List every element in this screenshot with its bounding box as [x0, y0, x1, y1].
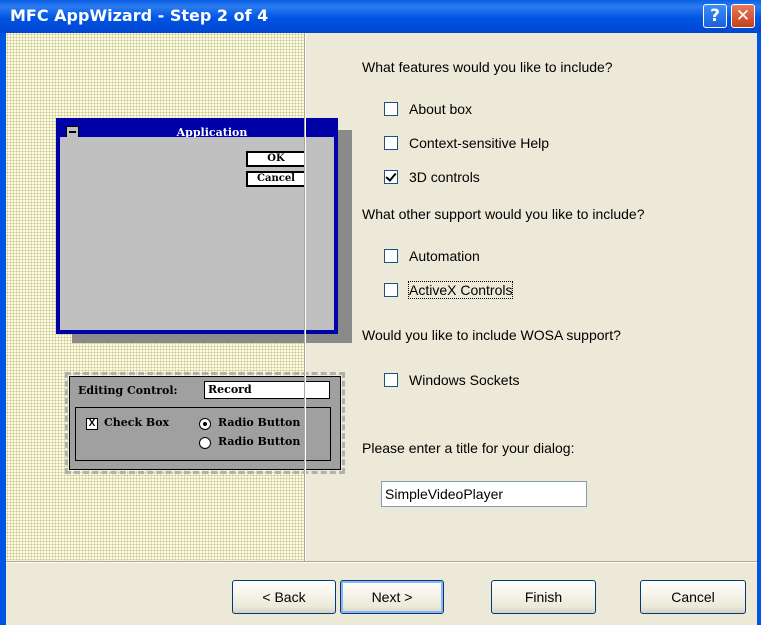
horizontal-separator — [6, 561, 757, 563]
dialog-title-input[interactable] — [381, 481, 587, 507]
vertical-separator — [304, 33, 306, 561]
window-frame-right — [757, 33, 761, 625]
back-button[interactable]: < Back — [232, 580, 336, 614]
preview-radio-unselected — [199, 437, 211, 449]
preview-app-titlebar: Application — [60, 122, 334, 139]
features-question: What features would you like to include? — [362, 59, 613, 75]
preview-panel: Application OK Cancel Editing Control: R… — [6, 33, 352, 561]
3d-controls-checkbox[interactable] — [384, 170, 398, 184]
title-bar[interactable]: MFC AppWizard - Step 2 of 4 ? ✕ — [0, 0, 761, 33]
help-icon: ? — [710, 6, 720, 26]
close-icon: ✕ — [735, 6, 751, 26]
context-help-label[interactable]: Context-sensitive Help — [409, 135, 549, 151]
windows-sockets-checkbox[interactable] — [384, 373, 398, 387]
finish-button[interactable]: Finish — [491, 580, 596, 614]
about-box-checkbox[interactable] — [384, 102, 398, 116]
preview-radio-label-1: Radio Button — [218, 416, 301, 429]
preview-group-box: X Check Box Radio Button Radio Button — [75, 407, 331, 461]
window-title: MFC AppWizard - Step 2 of 4 — [10, 6, 269, 25]
preview-controls-panel: Editing Control: Record X Check Box Radi… — [65, 372, 345, 474]
preview-checkbox: X — [86, 418, 98, 430]
context-help-checkbox[interactable] — [384, 136, 398, 150]
help-button[interactable]: ? — [703, 4, 727, 28]
preview-editing-field: Record — [204, 381, 330, 399]
activex-checkbox[interactable] — [384, 283, 398, 297]
preview-radio-label-2: Radio Button — [218, 435, 301, 448]
support-question: What other support would you like to inc… — [362, 206, 645, 222]
preview-application-window: Application OK Cancel — [56, 118, 338, 334]
preview-app-client: OK Cancel — [60, 137, 334, 330]
windows-sockets-label[interactable]: Windows Sockets — [409, 372, 519, 388]
preview-checkbox-label: Check Box — [104, 416, 170, 429]
close-button[interactable]: ✕ — [731, 4, 755, 28]
preview-ok-button: OK — [246, 151, 306, 167]
cancel-button[interactable]: Cancel — [640, 580, 746, 614]
preview-radio-selected — [199, 418, 211, 430]
preview-cancel-button: Cancel — [246, 171, 306, 187]
about-box-label[interactable]: About box — [409, 101, 472, 117]
automation-checkbox[interactable] — [384, 249, 398, 263]
automation-label[interactable]: Automation — [409, 248, 480, 264]
3d-controls-label[interactable]: 3D controls — [409, 169, 480, 185]
activex-label[interactable]: ActiveX Controls — [407, 281, 514, 299]
next-button[interactable]: Next > — [340, 580, 444, 614]
title-prompt: Please enter a title for your dialog: — [362, 440, 575, 456]
wosa-question: Would you like to include WOSA support? — [362, 327, 621, 343]
preview-editing-label: Editing Control: — [78, 384, 178, 397]
